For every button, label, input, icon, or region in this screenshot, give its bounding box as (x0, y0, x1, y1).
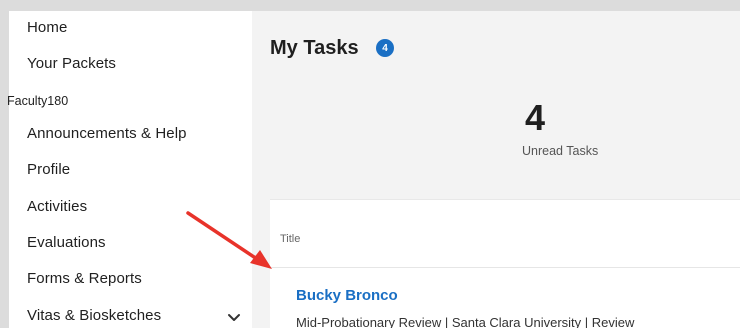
sidebar-item-forms-reports[interactable]: Forms & Reports (27, 270, 142, 287)
task-title-link[interactable]: Bucky Bronco (296, 287, 398, 304)
unread-tasks-label: Unread Tasks (522, 144, 599, 158)
page-title: My Tasks (270, 37, 359, 59)
task-meta: Mid-Probationary Review | Santa Clara Un… (296, 315, 635, 328)
sidebar-item-profile[interactable]: Profile (27, 161, 70, 178)
sidebar-item-home[interactable]: Home (27, 19, 67, 36)
top-bar (0, 0, 740, 11)
sidebar-item-vitas-biosketches[interactable]: Vitas & Biosketches (27, 307, 161, 324)
sidebar-item-evaluations[interactable]: Evaluations (27, 234, 106, 251)
table-divider (270, 267, 740, 268)
task-count-badge: 4 (376, 39, 394, 57)
sidebar-item-activities[interactable]: Activities (27, 198, 87, 215)
sidebar-item-your-packets[interactable]: Your Packets (27, 55, 116, 72)
column-header-title[interactable]: Title (280, 233, 300, 245)
chevron-down-icon[interactable] (227, 313, 241, 323)
unread-tasks-count: 4 (525, 97, 546, 138)
sidebar-item-announcements[interactable]: Announcements & Help (27, 125, 187, 142)
main-content: My Tasks 4 4 Unread Tasks Title Bucky Br… (252, 11, 740, 328)
sidebar-section-label: Faculty180 (7, 94, 69, 108)
left-edge (0, 0, 9, 328)
tasks-table (270, 199, 740, 328)
sidebar: Home Your Packets Faculty180 Announcemen… (7, 11, 252, 328)
